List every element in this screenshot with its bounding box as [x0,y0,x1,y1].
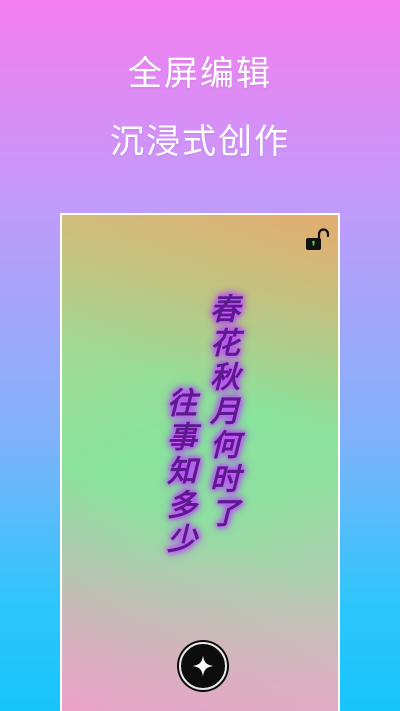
promo-headline-line1: 全屏编辑 [128,54,272,94]
poem-text-block[interactable]: 春花秋月何时了 往事知多少 [62,215,338,711]
promo-headline-line2: 沉浸式创作 [110,122,290,162]
sparkle-star-icon [192,655,214,677]
poem-column-2: 往事知多少 [161,387,196,557]
magic-action-button[interactable] [179,642,227,690]
poem-column-1: 春花秋月何时了 [204,293,239,531]
fullscreen-editor-preview: 春花秋月何时了 往事知多少 [60,213,340,711]
